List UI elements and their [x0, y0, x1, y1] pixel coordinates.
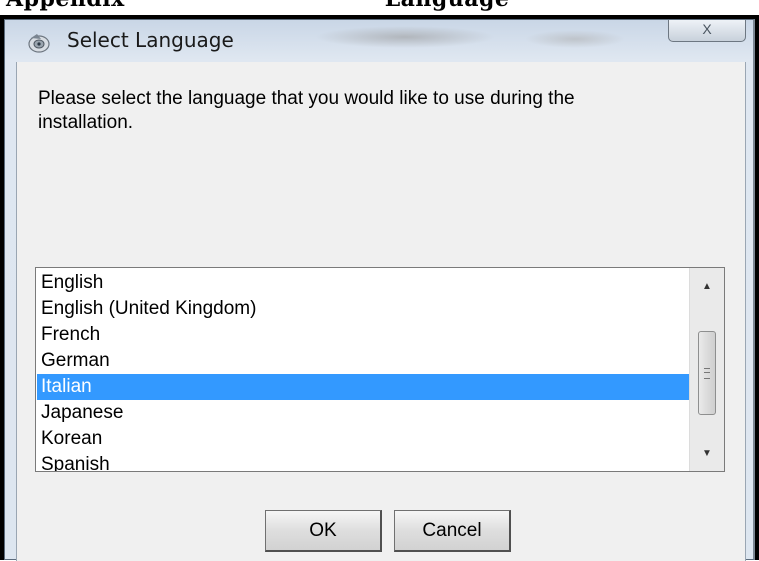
- list-item-french[interactable]: French: [37, 322, 689, 348]
- list-item-english[interactable]: English: [37, 270, 689, 296]
- vertical-scrollbar[interactable]: ▲ ▼: [689, 268, 724, 471]
- close-button[interactable]: X: [668, 20, 746, 42]
- dialog-client-area: Please select the language that you woul…: [16, 62, 746, 561]
- document-heading: Appendix Language: [6, 0, 509, 12]
- instruction-text: Please select the language that you woul…: [38, 88, 575, 133]
- title-bar[interactable]: Select Language X: [5, 20, 753, 62]
- ok-button[interactable]: OK: [265, 510, 382, 552]
- cancel-button[interactable]: Cancel: [394, 510, 511, 552]
- language-list: English English (United Kingdom) French …: [37, 270, 689, 471]
- close-icon: X: [702, 21, 712, 37]
- scroll-up-arrow-icon[interactable]: ▲: [690, 272, 724, 302]
- list-item-english-uk[interactable]: English (United Kingdom): [37, 296, 689, 322]
- title-bar-blur: [525, 30, 625, 48]
- select-language-dialog: Select Language X Please select the lang…: [4, 19, 755, 561]
- app-installer-icon: [27, 32, 51, 54]
- document-heading-left: Appendix: [6, 0, 125, 12]
- scroll-down-arrow-icon[interactable]: ▼: [690, 439, 724, 469]
- list-item-japanese[interactable]: Japanese: [37, 400, 689, 426]
- scroll-thumb-grip-icon: [704, 368, 710, 379]
- list-item-italian[interactable]: Italian: [37, 374, 689, 400]
- window-title: Select Language: [67, 28, 234, 52]
- language-listbox[interactable]: English English (United Kingdom) French …: [35, 267, 725, 472]
- list-item-spanish[interactable]: Spanish: [37, 452, 689, 471]
- list-item-german[interactable]: German: [37, 348, 689, 374]
- list-item-korean[interactable]: Korean: [37, 426, 689, 452]
- title-bar-blur: [315, 26, 495, 48]
- scroll-thumb[interactable]: [698, 331, 716, 415]
- document-heading-right: Language: [385, 0, 510, 12]
